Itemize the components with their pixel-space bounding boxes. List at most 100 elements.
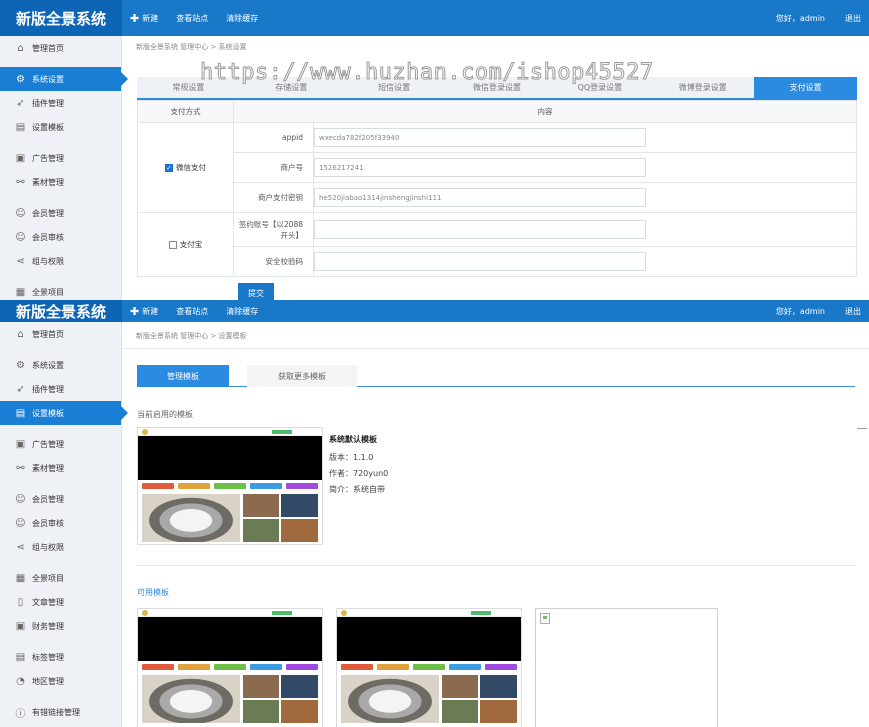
view-site-link[interactable]: 查看站点: [176, 306, 208, 317]
column-header-content: 内容: [233, 100, 857, 123]
breadcrumb: 新版全景系统 管理中心 > 系统设置: [136, 43, 247, 51]
greeting-text: 您好，admin: [775, 306, 825, 316]
new-button[interactable]: ✚ 新建: [130, 305, 158, 318]
logout-link[interactable]: 退出: [845, 306, 861, 317]
top-nav: ✚ 新建 查看站点 清除缓存: [130, 300, 258, 322]
sidebar-item-home[interactable]: ⌂ 管理首页: [0, 322, 121, 346]
finance-icon: ▣: [15, 620, 26, 632]
wechat-pay-cell: ✓ 微信支付: [137, 122, 234, 213]
breadcrumb: 新版全景系统 管理中心 > 设置模板: [136, 332, 247, 340]
template-icon: ▤: [15, 407, 26, 419]
sidebar-item-label: 管理首页: [32, 43, 64, 53]
sidebar-item-plugins[interactable]: ➶ 插件管理: [0, 91, 121, 115]
logo-dot-icon: [142, 429, 148, 435]
user-area: 您好，admin 退出: [776, 300, 861, 322]
sidebar-item-label: 设置模板: [32, 408, 64, 418]
greeting-text: 您好，admin: [775, 13, 825, 23]
sidebar-item-label: 会员管理: [32, 208, 64, 218]
users-icon: ☺: [15, 493, 26, 505]
template-version: 版本：1.1.0: [329, 453, 374, 462]
sidebar-item-label: 文章管理: [32, 597, 64, 607]
sidebar-item-label: 素材管理: [32, 463, 64, 473]
sidebar-item-templates[interactable]: ▤ 设置模板: [0, 115, 121, 139]
new-button[interactable]: ✚ 新建: [130, 12, 158, 25]
sidebar-item-members[interactable]: ☺ 会员管理: [0, 487, 121, 511]
alipay-account-input[interactable]: [314, 220, 646, 239]
sidebar-item-templates[interactable]: ▤ 设置模板: [0, 401, 128, 425]
home-icon: ⌂: [17, 42, 24, 54]
logout-link[interactable]: 退出: [845, 13, 861, 24]
sidebar-item-label: 系统设置: [32, 360, 64, 370]
sidebar-item-label: 插件管理: [32, 98, 64, 108]
template-info: 系统默认模板 版本：1.1.0 作者：720yun0 简介：系统自带: [329, 432, 388, 498]
logo-dot-icon: [341, 610, 347, 616]
app-logo[interactable]: 新版全景系统: [0, 300, 122, 322]
alipay-checkbox[interactable]: [168, 241, 177, 249]
tab-weibo-login[interactable]: 微博登录设置: [651, 77, 754, 98]
grid-icon: ▦: [15, 572, 26, 584]
app-logo[interactable]: 新版全景系统: [0, 0, 122, 36]
sidebar-item-articles[interactable]: ▯ 文章管理: [0, 590, 121, 614]
sidebar-item-home[interactable]: ⌂ 管理首页: [0, 36, 121, 60]
column-header-method: 支付方式: [137, 100, 234, 123]
template-tabs: 管理模板 获取更多模板: [137, 365, 855, 387]
sidebar-item-plugins[interactable]: ➶ 插件管理: [0, 377, 121, 401]
clear-cache-link[interactable]: 清除缓存: [226, 306, 258, 317]
watermark-text: https://www.huzhan.com/ishop45527: [200, 60, 654, 86]
template-icon: ▤: [15, 121, 26, 133]
sidebar-item-materials[interactable]: ⚯ 素材管理: [0, 170, 121, 194]
sidebar-item-regions[interactable]: ◔ 地区管理: [0, 669, 121, 693]
tab-get-more-templates[interactable]: 获取更多模板: [247, 365, 357, 387]
plus-icon: ✚: [130, 304, 140, 318]
sidebar-item-groups[interactable]: ⋖ 组与权限: [0, 249, 121, 273]
sidebar-item-materials[interactable]: ⚯ 素材管理: [0, 456, 121, 480]
sidebar: ⌂ 管理首页 ⚙ 系统设置 ➶ 插件管理 ▤ 设置模板 ▣ 广告管理 ⚯ 素材管理 ☺ 会员管…: [0, 322, 128, 727]
view-site-link[interactable]: 查看站点: [176, 13, 208, 24]
alipay-security-code-input[interactable]: [314, 252, 646, 271]
current-template-thumbnail[interactable]: [137, 427, 323, 545]
merchant-key-input[interactable]: he520jiabao1314jinshengjinshi111: [314, 188, 646, 207]
tag-icon: ▤: [15, 651, 26, 663]
alipay-label: 支付宝: [179, 240, 203, 249]
available-templates-heading: 可用模板: [137, 588, 169, 597]
sidebar-item-system-settings[interactable]: ⚙ 系统设置: [0, 67, 128, 91]
gear-icon: ⚙: [16, 73, 25, 85]
sidebar-item-system-settings[interactable]: ⚙ 系统设置: [0, 353, 121, 377]
sidebar-item-member-review[interactable]: ☺ 会员审核: [0, 225, 121, 249]
divider: [137, 565, 855, 566]
sidebar-item-label: 广告管理: [32, 439, 64, 449]
share-icon: ⋖: [16, 255, 25, 267]
sidebar-item-groups[interactable]: ⋖ 组与权限: [0, 535, 121, 559]
appid-input[interactable]: wxecda782f205f33940: [314, 128, 646, 147]
ad-icon: ▣: [15, 438, 26, 450]
sidebar-item-label: 财务管理: [32, 621, 64, 631]
submit-button[interactable]: 提交: [238, 283, 274, 300]
sidebar-item-label: 插件管理: [32, 384, 64, 394]
broken-image-icon: [540, 613, 550, 624]
sidebar-item-broken-links[interactable]: ⓘ 有错链接管理: [0, 700, 121, 724]
tab-manage-templates[interactable]: 管理模板: [137, 365, 229, 387]
template-card-empty[interactable]: [535, 608, 718, 727]
merchant-id-input[interactable]: 1526217241: [314, 158, 646, 177]
clear-cache-link[interactable]: 清除缓存: [226, 13, 258, 24]
sidebar-item-projects[interactable]: ▦ 全景项目: [0, 566, 121, 590]
sidebar-item-projects[interactable]: ▦ 全景项目: [0, 280, 121, 300]
region-icon: ◔: [16, 675, 25, 687]
template-card[interactable]: [137, 608, 323, 727]
sidebar-item-finance[interactable]: ▣ 财务管理: [0, 614, 121, 638]
link-icon: ⚯: [16, 176, 25, 188]
template-name: 系统默认模板: [329, 435, 377, 444]
sidebar-item-tags[interactable]: ▤ 标签管理: [0, 645, 121, 669]
system-settings-screen: 新版全景系统 ✚ 新建 查看站点 清除缓存 您好，admin 退出 ⌂ 管理首页 ⚙…: [0, 0, 869, 300]
sidebar-item-member-review[interactable]: ☺ 会员审核: [0, 511, 121, 535]
sidebar-item-members[interactable]: ☺ 会员管理: [0, 201, 121, 225]
ad-icon: ▣: [15, 152, 26, 164]
send-icon: ➶: [16, 97, 25, 109]
tab-payment[interactable]: 支付设置: [754, 77, 858, 98]
sidebar-item-ads[interactable]: ▣ 广告管理: [0, 432, 121, 456]
sidebar-item-ads[interactable]: ▣ 广告管理: [0, 146, 121, 170]
field-label: appid: [233, 122, 314, 153]
wechat-pay-checkbox[interactable]: ✓: [165, 164, 173, 172]
divider: [857, 428, 867, 429]
template-card[interactable]: [336, 608, 522, 727]
